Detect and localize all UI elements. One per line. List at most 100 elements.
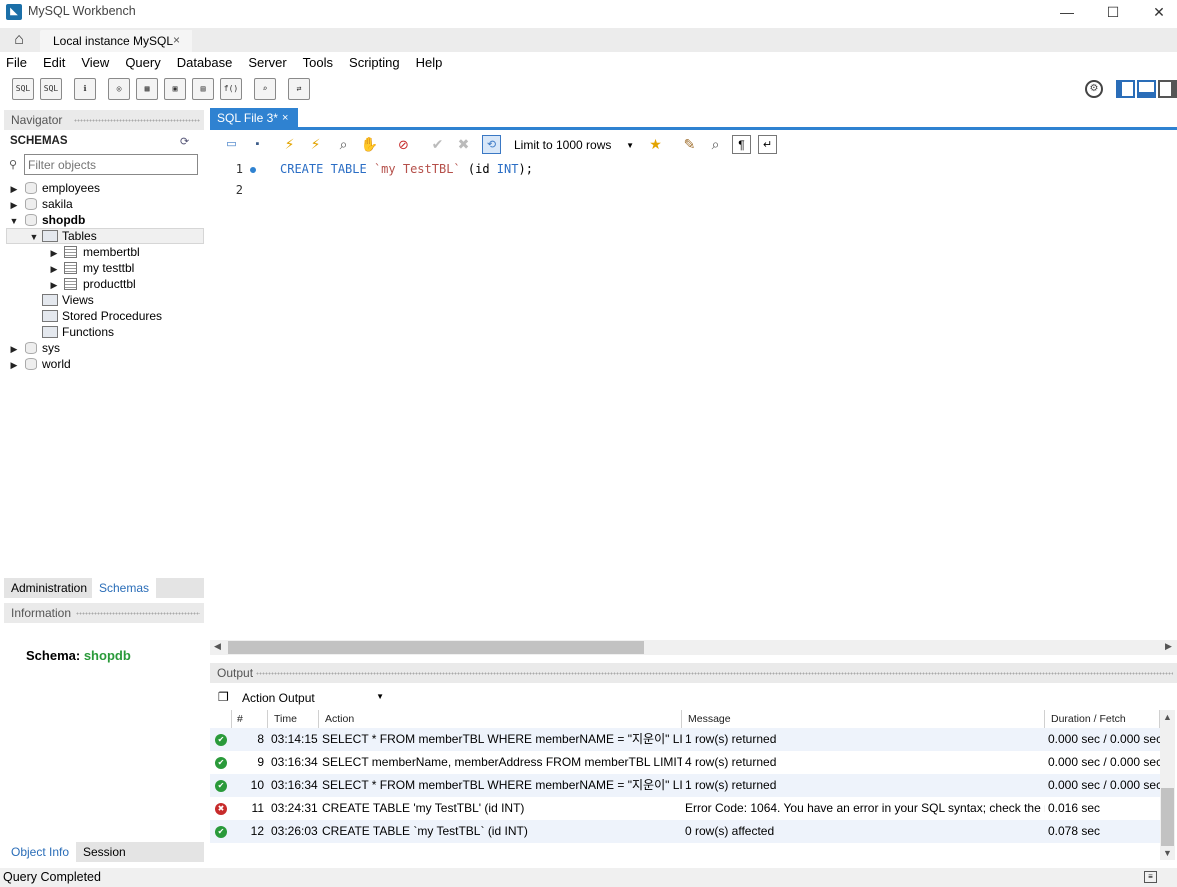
create-schema-icon[interactable]: ◎ — [108, 78, 130, 100]
beautify-icon[interactable]: ✎ — [680, 135, 699, 154]
new-sql-tab-icon[interactable]: SQL — [12, 78, 34, 100]
inspector-icon[interactable]: ℹ — [74, 78, 96, 100]
information-header: Information — [4, 603, 204, 623]
minimize-button[interactable]: — — [1044, 0, 1090, 24]
column-message[interactable]: Message — [682, 710, 1045, 729]
menu-query[interactable]: Query — [119, 55, 166, 70]
scroll-down-icon[interactable]: ▼ — [1163, 848, 1172, 858]
schema-shopdb[interactable]: ▼ shopdb — [8, 212, 86, 229]
wrap-lines-icon[interactable]: ↵ — [758, 135, 777, 154]
find-icon[interactable]: ⌕ — [706, 135, 725, 154]
stop-icon[interactable]: ✋ — [360, 135, 379, 154]
execute-icon[interactable]: ⚡ — [280, 135, 299, 154]
tab-session[interactable]: Session — [76, 842, 133, 862]
save-icon[interactable]: ▪ — [248, 135, 267, 154]
limit-rows-select[interactable]: Limit to 1000 rows ▼ — [514, 136, 636, 155]
schema-world[interactable]: ▶ world — [8, 356, 71, 372]
tables-node[interactable]: ▼ Tables — [28, 228, 97, 244]
output-row[interactable]: ✔ 8 03:14:15 SELECT * FROM memberTBL WHE… — [210, 728, 1160, 751]
expand-arrow-icon[interactable]: ▶ — [8, 357, 20, 373]
menu-edit[interactable]: Edit — [37, 55, 71, 70]
copy-icon[interactable]: ❐ — [218, 690, 229, 704]
column-action[interactable]: Action — [319, 710, 682, 729]
tab-sql-file[interactable]: SQL File 3* × — [210, 108, 298, 128]
schema-employees[interactable]: ▶ employees — [8, 180, 101, 197]
scroll-left-icon[interactable]: ◀ — [214, 641, 221, 652]
close-tab-icon[interactable]: × — [173, 33, 180, 47]
toggle-sidebar-icon[interactable] — [1116, 80, 1135, 98]
views-node[interactable]: Views — [40, 292, 94, 308]
expand-arrow-icon[interactable]: ▶ — [8, 341, 20, 357]
schema-sakila[interactable]: ▶ sakila — [8, 196, 73, 212]
expand-arrow-icon[interactable]: ▶ — [48, 277, 60, 293]
open-file-icon[interactable]: ▭ — [222, 135, 241, 154]
tab-schemas[interactable]: Schemas — [92, 578, 157, 598]
home-icon[interactable]: ⌂ — [0, 28, 38, 52]
collapse-arrow-icon[interactable]: ▼ — [8, 213, 20, 229]
gear-icon[interactable]: ⚙ — [1085, 80, 1103, 98]
filter-input[interactable] — [25, 155, 185, 174]
scrollbar-thumb[interactable] — [1161, 788, 1174, 846]
create-function-icon[interactable]: f() — [220, 78, 242, 100]
table-mytesttbl[interactable]: ▶ my testtbl — [48, 260, 135, 277]
create-table-icon[interactable]: ▦ — [136, 78, 158, 100]
menu-server[interactable]: Server — [242, 55, 292, 70]
connection-tab[interactable]: Local instance MySQL × — [40, 30, 192, 52]
create-view-icon[interactable]: ▣ — [164, 78, 186, 100]
sql-editor[interactable]: 1 2 CREATE TABLE `my TestTBL` (id INT); — [210, 157, 1177, 639]
horizontal-scrollbar[interactable]: ◀ ▶ — [210, 640, 1177, 655]
menu-database[interactable]: Database — [171, 55, 239, 70]
output-row[interactable]: ✔ 10 03:16:34 SELECT * FROM memberTBL WH… — [210, 774, 1160, 797]
collapse-arrow-icon[interactable]: ▼ — [28, 229, 40, 245]
table-producttbl[interactable]: ▶ producttbl — [48, 276, 136, 292]
vertical-scrollbar[interactable]: ▲ ▼ — [1160, 710, 1175, 860]
tab-administration[interactable]: Administration — [4, 578, 94, 598]
close-tab-icon[interactable]: × — [282, 108, 288, 128]
create-procedure-icon[interactable]: ▤ — [192, 78, 214, 100]
output-row[interactable]: ✔ 12 03:26:03 CREATE TABLE `my TestTBL` … — [210, 820, 1160, 843]
scrollbar-thumb[interactable] — [228, 641, 644, 654]
rollback-icon[interactable]: ✖ — [454, 135, 473, 154]
scroll-up-icon[interactable]: ▲ — [1163, 712, 1172, 722]
scroll-right-icon[interactable]: ▶ — [1165, 641, 1172, 652]
close-button[interactable]: ✕ — [1136, 0, 1177, 24]
status-panel-icon[interactable]: ≡ — [1144, 871, 1157, 883]
action-output-table: # Time Action Message Duration / Fetch ✔… — [210, 710, 1160, 860]
statement-marker-icon — [250, 167, 256, 173]
menu-view[interactable]: View — [75, 55, 115, 70]
stored-procedures-node[interactable]: Stored Procedures — [40, 308, 162, 324]
add-snippet-icon[interactable]: ★ — [646, 135, 665, 154]
tab-object-info[interactable]: Object Info — [4, 842, 77, 862]
output-row[interactable]: ✖ 11 03:24:31 CREATE TABLE 'my TestTBL' … — [210, 797, 1160, 820]
search-table-data-icon[interactable]: ⌕ — [254, 78, 276, 100]
menu-tools[interactable]: Tools — [297, 55, 339, 70]
execute-current-icon[interactable]: ⚡ — [306, 135, 325, 154]
menu-help[interactable]: Help — [410, 55, 449, 70]
autocommit-icon[interactable]: ⟲ — [482, 135, 501, 154]
functions-node[interactable]: Functions — [40, 324, 114, 340]
toggle-secondary-sidebar-icon[interactable] — [1158, 80, 1177, 98]
output-row[interactable]: ✔ 9 03:16:34 SELECT memberName, memberAd… — [210, 751, 1160, 774]
explain-icon[interactable]: ⌕ — [334, 135, 353, 154]
reconnect-icon[interactable]: ⇄ — [288, 78, 310, 100]
expand-arrow-icon[interactable]: ▶ — [8, 181, 20, 197]
toggle-error-stop-icon[interactable]: ⊘ — [394, 135, 413, 154]
open-sql-script-icon[interactable]: SQL — [40, 78, 62, 100]
expand-arrow-icon[interactable]: ▶ — [48, 245, 60, 261]
column-number[interactable]: # — [232, 710, 268, 729]
maximize-button[interactable]: ☐ — [1090, 0, 1136, 24]
column-duration[interactable]: Duration / Fetch — [1045, 710, 1160, 729]
expand-arrow-icon[interactable]: ▶ — [8, 197, 20, 213]
filter-box[interactable] — [24, 154, 198, 175]
refresh-icon[interactable]: ⟳ — [180, 135, 189, 148]
column-time[interactable]: Time — [268, 710, 319, 729]
invisible-chars-icon[interactable]: ¶ — [732, 135, 751, 154]
expand-arrow-icon[interactable]: ▶ — [48, 261, 60, 277]
toggle-output-icon[interactable] — [1137, 80, 1156, 98]
schema-sys[interactable]: ▶ sys — [8, 340, 60, 356]
menu-file[interactable]: File — [0, 55, 33, 70]
table-membertbl[interactable]: ▶ membertbl — [48, 244, 140, 260]
menu-scripting[interactable]: Scripting — [343, 55, 406, 70]
commit-icon[interactable]: ✔ — [428, 135, 447, 154]
output-mode-select[interactable]: Action Output ▼ — [240, 689, 386, 707]
